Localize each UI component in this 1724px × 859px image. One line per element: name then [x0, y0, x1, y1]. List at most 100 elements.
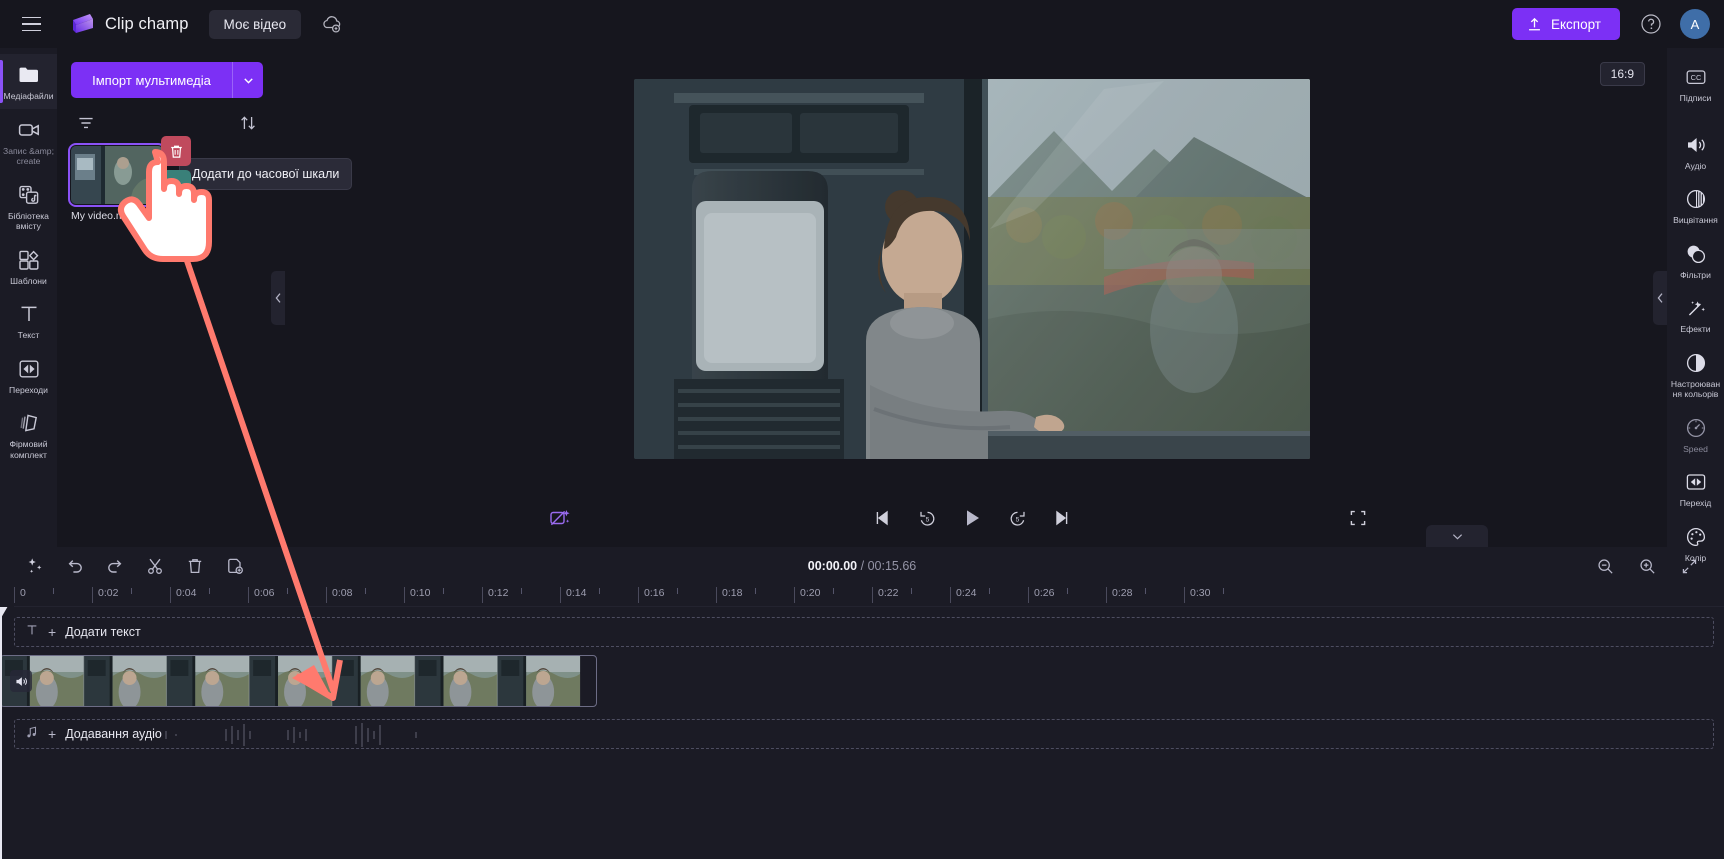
ruler-tick: 0:24: [950, 587, 976, 603]
property-label-effects: Ефекти: [1680, 324, 1711, 334]
timeline-toolbar: 00:00.00 / 00:15.66: [0, 547, 1724, 585]
sidebar-item-record-create[interactable]: Запис &amp; create: [0, 109, 57, 174]
transport-controls: 5 5: [869, 505, 1075, 531]
auto-compose-icon[interactable]: [22, 553, 48, 579]
aspect-ratio-badge[interactable]: 16:9: [1599, 62, 1645, 86]
folder-icon: [17, 63, 41, 87]
sidebar-item-content-library[interactable]: Бібліотека вмісту: [0, 174, 57, 239]
media-item-name: My video.mp4: [71, 210, 137, 222]
fullscreen-icon[interactable]: [1345, 505, 1371, 531]
user-avatar[interactable]: A: [1680, 9, 1710, 39]
sidebar-item-text[interactable]: Текст: [0, 293, 57, 348]
templates-icon: [17, 248, 41, 272]
clipchamp-logo: [70, 11, 96, 37]
help-icon[interactable]: [1636, 9, 1666, 39]
sidebar-label-brand-kit: Фірмовий комплект: [9, 439, 48, 460]
property-item-effects[interactable]: Ефекти: [1667, 287, 1724, 342]
property-item-fade[interactable]: Вицвітання: [1667, 178, 1724, 233]
zoom-in-icon[interactable]: [1634, 553, 1660, 579]
sidebar-item-templates[interactable]: Шаблони: [0, 239, 57, 294]
time-separator: /: [860, 559, 865, 573]
clip-speaker-icon[interactable]: [10, 670, 32, 692]
sidebar-item-brand-kit[interactable]: Фірмовий комплект: [0, 402, 57, 467]
add-text-plus: +: [48, 624, 57, 640]
sidebar-label-content-library: Бібліотека вмісту: [8, 210, 49, 232]
timeline-expand-tab[interactable]: [1426, 525, 1488, 547]
delete-trash-icon[interactable]: [182, 553, 208, 579]
ruler-tick-minor: [365, 587, 370, 603]
ruler-tick-minor: [599, 587, 604, 603]
media-item-card[interactable]: My video.mp4 Додати до часової шкали: [68, 136, 353, 222]
music-note-icon: [25, 725, 39, 744]
skip-to-start-icon[interactable]: [869, 505, 895, 531]
filter-icon[interactable]: [75, 112, 97, 134]
sidebar-item-media[interactable]: Медіафайли: [0, 54, 57, 109]
property-label-color-adjust: Настроювання кольорів: [1670, 378, 1721, 400]
video-clip[interactable]: [0, 655, 597, 707]
speedometer-icon: [1684, 416, 1708, 440]
property-item-speed[interactable]: Speed: [1667, 407, 1724, 462]
play-icon[interactable]: [959, 505, 985, 531]
transitions-icon: [17, 357, 41, 381]
video-preview[interactable]: [634, 78, 1310, 459]
menu-hamburger-icon[interactable]: [14, 7, 48, 41]
transitions-icon: [1684, 470, 1708, 494]
property-item-filters[interactable]: Фільтри: [1667, 233, 1724, 288]
collapse-properties-panel-button[interactable]: [1653, 270, 1667, 325]
sort-icon[interactable]: [237, 112, 259, 134]
project-name-chip[interactable]: Моє відео: [208, 9, 302, 39]
property-label-audio: Аудіо: [1684, 160, 1707, 171]
property-item-audio[interactable]: Аудіо: [1667, 124, 1724, 179]
add-text-label: Додати текст: [65, 625, 141, 639]
magic-fix-icon[interactable]: [547, 505, 573, 531]
ruler-tick: 0:18: [716, 587, 742, 603]
undo-icon[interactable]: [62, 553, 88, 579]
playhead[interactable]: [0, 607, 2, 859]
total-time: 00:15.66: [867, 559, 917, 573]
zoom-out-icon[interactable]: [1592, 553, 1618, 579]
rewind-5-icon[interactable]: 5: [914, 505, 940, 531]
editor-body: Медіафайли Запис &amp; create Бібліотека…: [0, 48, 1724, 563]
property-item-transition[interactable]: Перехід: [1667, 461, 1724, 516]
media-thumbnail[interactable]: [68, 143, 166, 207]
skip-to-end-icon[interactable]: [1049, 505, 1075, 531]
ruler-tick-minor: [443, 587, 448, 603]
ruler-tick: 0:10: [404, 587, 430, 603]
chevron-down-icon[interactable]: [233, 62, 263, 98]
property-label-color: Колір: [1684, 552, 1707, 563]
property-item-captions[interactable]: CC Підписи: [1667, 56, 1724, 111]
magic-wand-icon: [1684, 296, 1708, 320]
forward-5-icon[interactable]: 5: [1004, 505, 1030, 531]
ruler-tick: 0:02: [92, 587, 118, 603]
ruler-tick-minor: [1067, 587, 1072, 603]
property-item-color-adjust[interactable]: Настроювання кольорів: [1667, 342, 1724, 407]
add-text-track[interactable]: + Додати текст: [14, 617, 1714, 647]
ruler-tick-minor: [677, 587, 682, 603]
media-panel: Імпорт мультимедіа My video.mp4 Додати д…: [57, 48, 353, 547]
property-label-captions: Підписи: [1679, 93, 1712, 103]
right-properties-rail: CC Підписи Аудіо Вицвітання Фільтри Ефек…: [1667, 48, 1724, 563]
ruler-tick-minor: [209, 587, 214, 603]
cloud-sync-icon[interactable]: [319, 11, 345, 37]
collapse-media-panel-button[interactable]: [271, 270, 285, 325]
property-item-color[interactable]: Колір: [1667, 516, 1724, 571]
ruler-tick-minor: [1223, 587, 1228, 603]
sidebar-label-templates: Шаблони: [10, 275, 47, 286]
ruler-tick-minor: [989, 587, 994, 603]
property-label-filters: Фільтри: [1680, 269, 1711, 280]
duplicate-icon[interactable]: [222, 553, 248, 579]
media-tools-row: [71, 112, 263, 134]
add-audio-track[interactable]: + Додавання аудіо: [14, 719, 1714, 749]
timecode-display: 00:00.00 / 00:15.66: [0, 559, 1724, 573]
timeline-ruler[interactable]: 0 0:02 0:04 0:06 0:08 0:10 0:12 0:14 0:16 0:18 0:2…: [14, 585, 1724, 607]
sidebar-item-transitions[interactable]: Переходи: [0, 348, 57, 403]
split-scissors-icon[interactable]: [142, 553, 168, 579]
plus-icon[interactable]: [161, 170, 191, 200]
redo-icon[interactable]: [102, 553, 128, 579]
left-navigation-rail: Медіафайли Запис &amp; create Бібліотека…: [0, 48, 57, 547]
export-button[interactable]: Експорт: [1511, 8, 1620, 40]
brand-name: Clip champ: [105, 14, 189, 33]
trash-icon[interactable]: [161, 136, 191, 166]
fade-icon: [1684, 187, 1708, 211]
import-media-button[interactable]: Імпорт мультимедіа: [71, 62, 232, 98]
